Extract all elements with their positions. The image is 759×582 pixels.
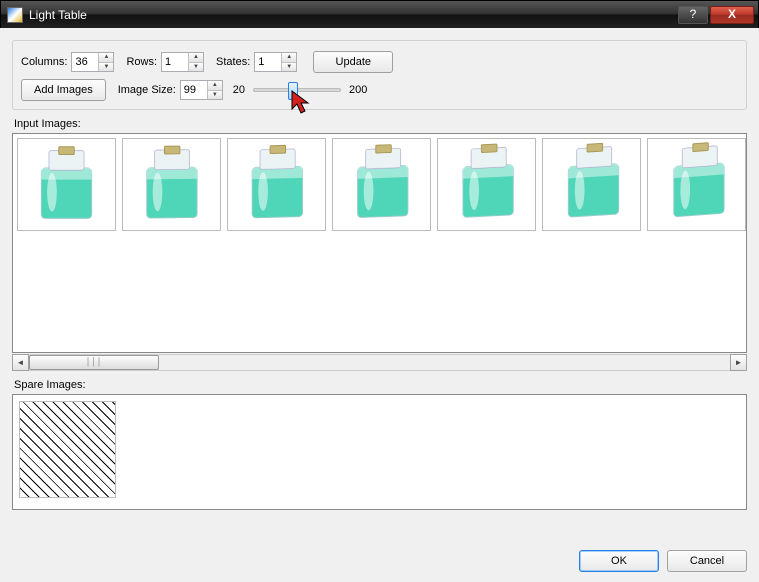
chevron-up-icon[interactable]: ▲ [282,53,296,63]
rows-spinner[interactable]: ▲▼ [161,52,204,72]
titlebar: Light Table ? X [1,1,758,29]
input-thumbnail[interactable] [647,138,746,231]
window-title: Light Table [29,8,676,22]
states-spinner[interactable]: ▲▼ [254,52,297,72]
ok-button[interactable]: OK [579,550,659,572]
chevron-up-icon[interactable]: ▲ [99,53,113,63]
image-size-slider[interactable] [253,88,341,92]
close-button[interactable]: X [710,6,754,24]
chevron-down-icon[interactable]: ▼ [99,63,113,72]
scroll-left-button[interactable]: ◄ [12,354,29,371]
chevron-up-icon[interactable]: ▲ [208,81,222,91]
image-size-input[interactable] [181,81,207,99]
input-images-scrollbar[interactable]: ◄ ׀׀׀ ► [12,354,747,371]
input-thumbnail[interactable] [542,138,641,231]
scroll-track[interactable]: ׀׀׀ [29,354,730,371]
spare-images-pane [12,394,747,510]
settings-group: Columns: ▲▼ Rows: ▲▼ States: ▲▼ Update A… [12,40,747,110]
columns-label: Columns: [21,56,67,68]
chevron-up-icon[interactable]: ▲ [189,53,203,63]
input-thumbnail[interactable] [332,138,431,231]
columns-input[interactable] [72,53,98,71]
rows-input[interactable] [162,53,188,71]
update-button[interactable]: Update [313,51,393,73]
input-images-pane [12,133,747,353]
slider-max-label: 200 [349,84,367,96]
spare-placeholder[interactable] [19,401,116,498]
chevron-down-icon[interactable]: ▼ [282,63,296,72]
columns-spinner[interactable]: ▲▼ [71,52,114,72]
image-size-spinner[interactable]: ▲▼ [180,80,223,100]
input-thumbnail[interactable] [227,138,326,231]
client-area: Columns: ▲▼ Rows: ▲▼ States: ▲▼ Update A… [0,28,759,582]
input-images-label: Input Images: [14,118,747,130]
input-thumbnail[interactable] [17,138,116,231]
slider-thumb[interactable] [288,82,298,100]
spare-images-label: Spare Images: [14,379,747,391]
slider-min-label: 20 [233,84,245,96]
scroll-thumb[interactable]: ׀׀׀ [29,355,159,370]
states-input[interactable] [255,53,281,71]
input-thumbnail[interactable] [437,138,536,231]
add-images-button[interactable]: Add Images [21,79,106,101]
app-icon [7,7,23,23]
chevron-down-icon[interactable]: ▼ [208,91,222,100]
rows-label: Rows: [126,56,157,68]
chevron-down-icon[interactable]: ▼ [189,63,203,72]
states-label: States: [216,56,250,68]
input-thumbnail[interactable] [122,138,221,231]
cancel-button[interactable]: Cancel [667,550,747,572]
image-size-label: Image Size: [118,84,176,96]
help-button[interactable]: ? [678,6,708,24]
scroll-right-button[interactable]: ► [730,354,747,371]
